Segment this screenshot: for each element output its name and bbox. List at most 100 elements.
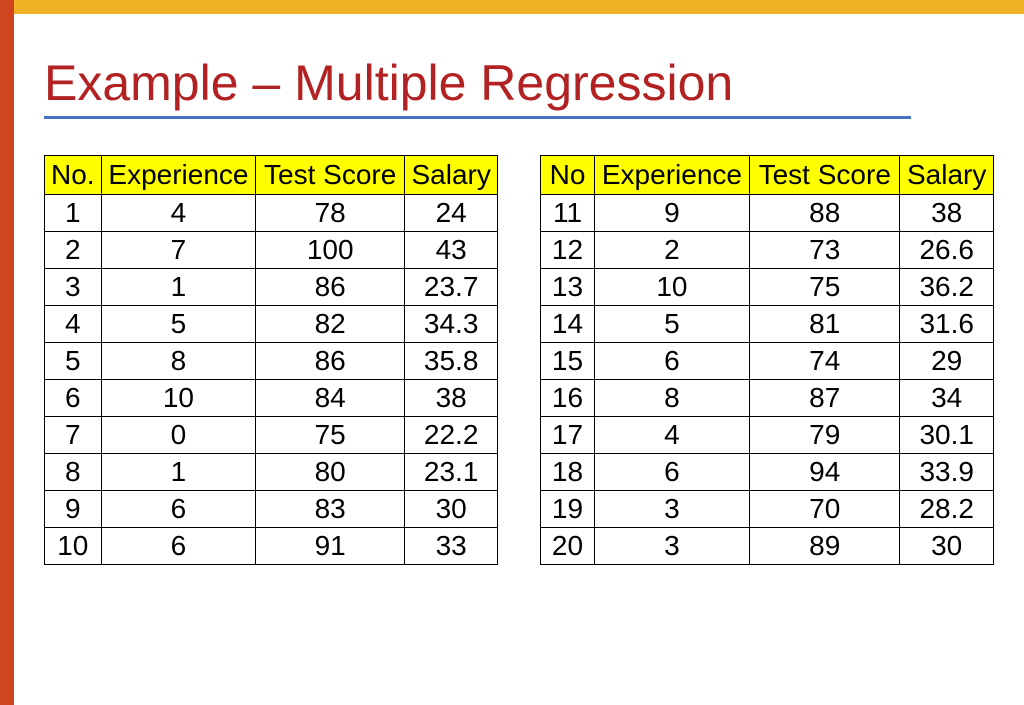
table-cell: 35.8 xyxy=(405,343,498,380)
table-cell: 1 xyxy=(101,269,256,306)
table-body-left: 1478242710043318623.7458234.3588635.8610… xyxy=(45,195,498,565)
table-header-row: No. Experience Test Score Salary xyxy=(45,156,498,195)
table-cell: 3 xyxy=(594,528,749,565)
table-cell: 18 xyxy=(541,454,594,491)
table-cell: 73 xyxy=(750,232,900,269)
table-body-right: 11988381227326.613107536.21458131.615674… xyxy=(541,195,994,565)
table-cell: 87 xyxy=(750,380,900,417)
table-cell: 29 xyxy=(900,343,994,380)
header-salary: Salary xyxy=(900,156,994,195)
table-cell: 38 xyxy=(405,380,498,417)
table-cell: 28.2 xyxy=(900,491,994,528)
table-cell: 78 xyxy=(256,195,405,232)
table-cell: 1 xyxy=(45,195,102,232)
header-no: No xyxy=(541,156,594,195)
table-cell: 33 xyxy=(405,528,498,565)
table-row: 588635.8 xyxy=(45,343,498,380)
table-cell: 88 xyxy=(750,195,900,232)
table-row: 6108438 xyxy=(45,380,498,417)
table-cell: 0 xyxy=(101,417,256,454)
table-row: 147824 xyxy=(45,195,498,232)
table-cell: 14 xyxy=(541,306,594,343)
table-cell: 70 xyxy=(750,491,900,528)
table-cell: 34 xyxy=(900,380,994,417)
table-cell: 7 xyxy=(101,232,256,269)
table-row: 1747930.1 xyxy=(541,417,994,454)
table-row: 2038930 xyxy=(541,528,994,565)
header-salary: Salary xyxy=(405,156,498,195)
table-cell: 31.6 xyxy=(900,306,994,343)
table-row: 707522.2 xyxy=(45,417,498,454)
table-cell: 2 xyxy=(45,232,102,269)
table-cell: 9 xyxy=(45,491,102,528)
table-cell: 13 xyxy=(541,269,594,306)
table-cell: 80 xyxy=(256,454,405,491)
table-cell: 20 xyxy=(541,528,594,565)
table-cell: 5 xyxy=(101,306,256,343)
table-cell: 8 xyxy=(45,454,102,491)
table-cell: 6 xyxy=(45,380,102,417)
table-cell: 15 xyxy=(541,343,594,380)
table-row: 1458131.6 xyxy=(541,306,994,343)
table-cell: 91 xyxy=(256,528,405,565)
table-cell: 3 xyxy=(45,269,102,306)
table-cell: 24 xyxy=(405,195,498,232)
table-row: 818023.1 xyxy=(45,454,498,491)
table-cell: 7 xyxy=(45,417,102,454)
header-experience: Experience xyxy=(101,156,256,195)
table-cell: 82 xyxy=(256,306,405,343)
table-cell: 19 xyxy=(541,491,594,528)
table-cell: 100 xyxy=(256,232,405,269)
table-cell: 75 xyxy=(256,417,405,454)
slide-border-top xyxy=(14,0,1024,14)
table-cell: 30.1 xyxy=(900,417,994,454)
table-header-row: No Experience Test Score Salary xyxy=(541,156,994,195)
table-cell: 26.6 xyxy=(900,232,994,269)
table-cell: 36.2 xyxy=(900,269,994,306)
table-row: 1227326.6 xyxy=(541,232,994,269)
table-cell: 17 xyxy=(541,417,594,454)
table-cell: 10 xyxy=(594,269,749,306)
table-cell: 6 xyxy=(594,454,749,491)
table-cell: 79 xyxy=(750,417,900,454)
table-cell: 9 xyxy=(594,195,749,232)
table-row: 2710043 xyxy=(45,232,498,269)
table-cell: 83 xyxy=(256,491,405,528)
table-cell: 16 xyxy=(541,380,594,417)
table-cell: 89 xyxy=(750,528,900,565)
table-cell: 8 xyxy=(594,380,749,417)
table-cell: 43 xyxy=(405,232,498,269)
table-cell: 34.3 xyxy=(405,306,498,343)
table-row: 1069133 xyxy=(45,528,498,565)
table-row: 1937028.2 xyxy=(541,491,994,528)
slide-content: Example – Multiple Regression No. Experi… xyxy=(14,14,1024,705)
page-title: Example – Multiple Regression xyxy=(44,54,994,112)
title-underline xyxy=(44,116,911,119)
table-row: 13107536.2 xyxy=(541,269,994,306)
slide-border-left xyxy=(0,0,14,705)
table-cell: 74 xyxy=(750,343,900,380)
header-no: No. xyxy=(45,156,102,195)
table-cell: 94 xyxy=(750,454,900,491)
table-cell: 4 xyxy=(594,417,749,454)
table-cell: 38 xyxy=(900,195,994,232)
table-cell: 84 xyxy=(256,380,405,417)
table-cell: 81 xyxy=(750,306,900,343)
table-cell: 23.7 xyxy=(405,269,498,306)
table-row: 458234.3 xyxy=(45,306,498,343)
table-cell: 11 xyxy=(541,195,594,232)
table-row: 1198838 xyxy=(541,195,994,232)
table-cell: 12 xyxy=(541,232,594,269)
table-cell: 5 xyxy=(594,306,749,343)
table-cell: 86 xyxy=(256,269,405,306)
tables-container: No. Experience Test Score Salary 1478242… xyxy=(44,155,994,565)
header-test-score: Test Score xyxy=(750,156,900,195)
table-row: 318623.7 xyxy=(45,269,498,306)
table-cell: 22.2 xyxy=(405,417,498,454)
table-cell: 86 xyxy=(256,343,405,380)
header-experience: Experience xyxy=(594,156,749,195)
table-cell: 30 xyxy=(405,491,498,528)
table-cell: 10 xyxy=(101,380,256,417)
table-cell: 6 xyxy=(101,528,256,565)
table-row: 1688734 xyxy=(541,380,994,417)
